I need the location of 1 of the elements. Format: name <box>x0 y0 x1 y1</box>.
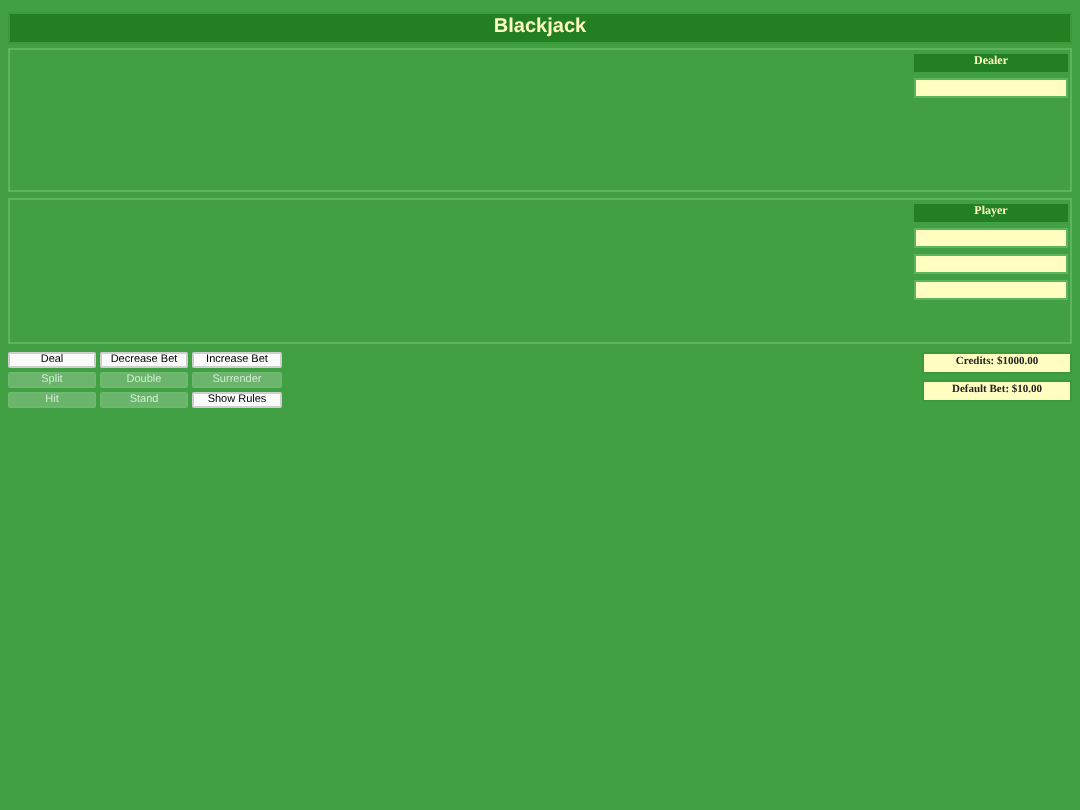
title-bar: Blackjack <box>8 12 1072 44</box>
